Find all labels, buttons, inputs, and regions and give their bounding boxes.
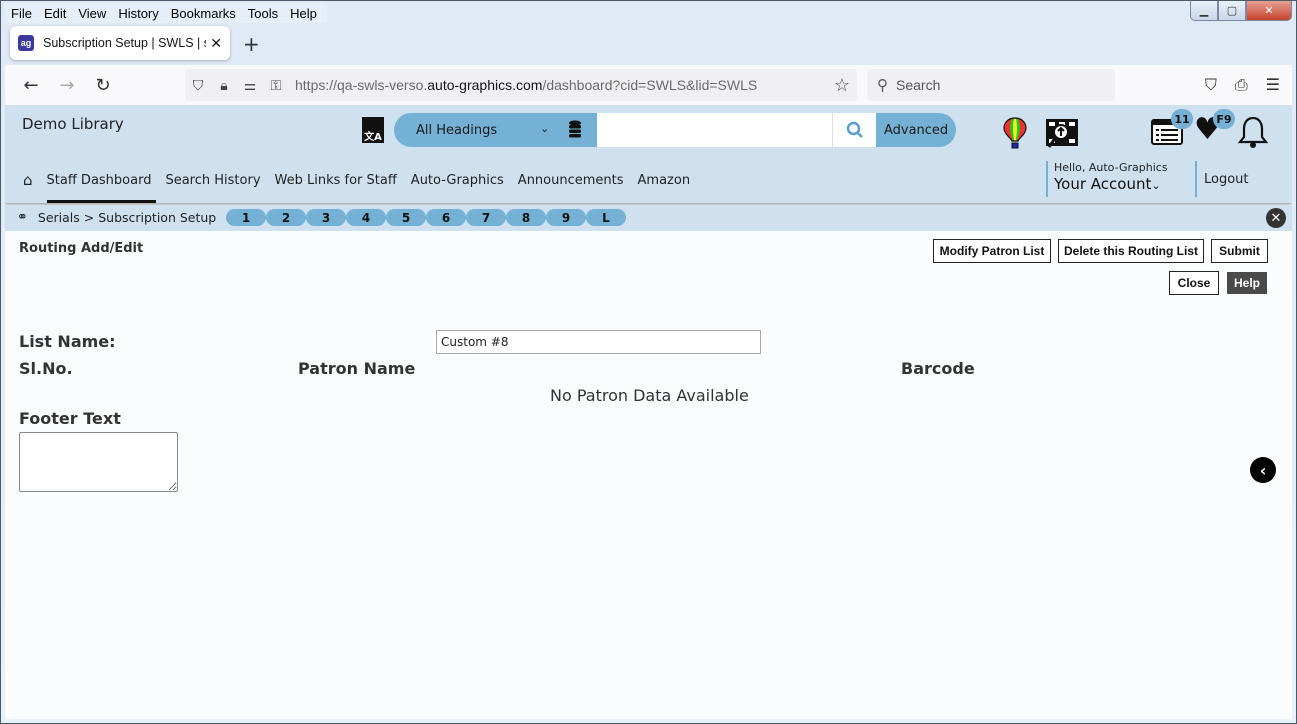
home-icon[interactable]: ⌂ — [23, 171, 33, 189]
page-viewport: Demo Library 文A All Headings ⌄ Advanced … — [5, 105, 1292, 719]
tab-close-icon[interactable]: ✕ — [210, 35, 222, 52]
forward-button[interactable]: → — [49, 75, 85, 96]
minimize-button[interactable]: ▁ — [1190, 1, 1218, 21]
nav-announcements[interactable]: Announcements — [518, 173, 624, 188]
advanced-search-button[interactable]: Advanced — [876, 113, 957, 147]
empty-state-message: No Patron Data Available — [550, 386, 749, 405]
url-bar[interactable]: ⛉ 🔒︎ ⚌ ⚿ https://qa-swls-verso.auto-grap… — [185, 69, 857, 101]
menu-tools[interactable]: Tools — [242, 6, 284, 21]
quick-tab[interactable]: 8 — [506, 209, 546, 226]
your-account-dropdown[interactable]: Your Account⌄ — [1054, 175, 1168, 193]
footer-text-label: Footer Text — [19, 409, 121, 428]
link-icon: ⚭ — [17, 210, 28, 225]
hot-air-balloon-icon[interactable] — [1003, 117, 1027, 149]
breadcrumb-bar: ⚭ Serials > Subscription Setup 1 2 3 4 5… — [5, 205, 1292, 231]
nav-staff-dashboard[interactable]: Staff Dashboard — [47, 173, 152, 188]
back-button[interactable]: ← — [13, 75, 49, 96]
translate-icon[interactable]: 文A — [362, 117, 384, 143]
menu-bar: File Edit View History Bookmarks Tools H… — [5, 3, 327, 23]
site-header: Demo Library 文A All Headings ⌄ Advanced … — [5, 105, 1292, 203]
nav-search-history[interactable]: Search History — [165, 173, 260, 188]
menu-history[interactable]: History — [112, 6, 164, 21]
quick-tab[interactable]: L — [586, 209, 626, 226]
quick-tab[interactable]: 4 — [346, 209, 386, 226]
search-scope-select[interactable]: All Headings ⌄ — [394, 113, 597, 147]
quick-tab[interactable]: 7 — [466, 209, 506, 226]
window-close-button[interactable]: ✕ — [1246, 1, 1292, 21]
search-scope-value: All Headings — [416, 122, 498, 138]
browser-window: File Edit View History Bookmarks Tools H… — [0, 0, 1297, 724]
permissions-icon[interactable]: ⚌ — [237, 77, 263, 94]
chevron-down-icon: ⌄ — [540, 122, 550, 135]
window-controls: ▁ ▢ ✕ — [1190, 1, 1292, 21]
search-group: All Headings ⌄ Advanced — [394, 113, 957, 147]
database-icon[interactable] — [568, 120, 582, 138]
tab-bar: ag Subscription Setup | SWLS | swls ✕ + — [5, 25, 1292, 63]
close-button[interactable]: Close — [1169, 271, 1219, 295]
bell-icon[interactable] — [1237, 115, 1269, 149]
nav-auto-graphics[interactable]: Auto-Graphics — [411, 173, 504, 188]
modify-patron-list-button[interactable]: Modify Patron List — [933, 239, 1051, 263]
shield-icon[interactable]: ⛉ — [185, 77, 211, 94]
quick-tab[interactable]: 6 — [426, 209, 466, 226]
search-button[interactable] — [832, 113, 877, 147]
new-tab-button[interactable]: + — [243, 32, 260, 56]
browser-search-input[interactable]: ⚲ Search — [867, 69, 1115, 101]
help-button[interactable]: Help — [1227, 272, 1267, 294]
delete-routing-list-button[interactable]: Delete this Routing List — [1058, 239, 1204, 263]
breadcrumb: ⚭ Serials > Subscription Setup — [17, 210, 216, 225]
main-nav: ⌂ Staff Dashboard Search History Web Lin… — [23, 171, 704, 189]
quick-tab[interactable]: 3 — [306, 209, 346, 226]
print-icon[interactable]: ⎙ — [1235, 75, 1248, 95]
column-header-barcode: Barcode — [901, 359, 975, 378]
nav-web-links[interactable]: Web Links for Staff — [275, 173, 397, 188]
menu-file[interactable]: File — [5, 6, 38, 21]
active-nav-indicator — [47, 200, 156, 203]
menu-hamburger-icon[interactable]: ☰ — [1266, 75, 1280, 95]
account-menu[interactable]: Hello, Auto-Graphics Your Account⌄ — [1046, 161, 1168, 197]
reload-button[interactable]: ↻ — [85, 75, 121, 96]
menu-view[interactable]: View — [72, 6, 112, 21]
catalog-search-input[interactable] — [596, 113, 833, 147]
close-panel-icon[interactable]: ✕ — [1266, 208, 1286, 228]
menu-edit[interactable]: Edit — [38, 6, 72, 21]
form-title: Routing Add/Edit — [19, 241, 144, 256]
lock-icon[interactable]: 🔒︎ — [211, 77, 237, 94]
column-header-slno: Sl.No. — [19, 359, 73, 378]
list-name-input[interactable] — [436, 330, 761, 354]
menu-help[interactable]: Help — [284, 6, 323, 21]
toolbar-icons: ⛉ ⎙ ☰ — [1205, 75, 1280, 95]
nav-amazon[interactable]: Amazon — [638, 173, 691, 188]
quick-tabs: 1 2 3 4 5 6 7 8 9 L — [226, 209, 626, 226]
greeting: Hello, Auto-Graphics — [1054, 161, 1168, 174]
pocket-icon[interactable]: ⛉ — [1205, 75, 1217, 95]
quick-tab[interactable]: 1 — [226, 209, 266, 226]
url-text[interactable]: https://qa-swls-verso.auto-graphics.com/… — [295, 77, 827, 93]
tab-title: Subscription Setup | SWLS | swls — [43, 36, 206, 50]
search-icon: ⚲ — [877, 77, 888, 94]
scan-search-icon[interactable] — [1045, 117, 1079, 149]
column-header-patron-name: Patron Name — [298, 359, 416, 378]
footer-text-input[interactable] — [19, 432, 178, 492]
key-icon[interactable]: ⚿ — [263, 77, 289, 94]
logout-link[interactable]: Logout — [1195, 161, 1249, 197]
quick-tab[interactable]: 5 — [386, 209, 426, 226]
list-name-label: List Name: — [19, 332, 116, 351]
browser-tab[interactable]: ag Subscription Setup | SWLS | swls ✕ — [10, 26, 230, 60]
bookmark-star-icon[interactable]: ☆ — [827, 75, 857, 96]
favicon-icon: ag — [18, 35, 34, 51]
submit-button[interactable]: Submit — [1211, 239, 1268, 263]
breadcrumb-path[interactable]: Serials > Subscription Setup — [38, 210, 216, 225]
collapse-panel-chevron-left-icon[interactable]: ‹ — [1250, 457, 1276, 483]
menu-bookmarks[interactable]: Bookmarks — [165, 6, 242, 21]
search-icon — [846, 121, 863, 138]
maximize-button[interactable]: ▢ — [1218, 1, 1246, 21]
favorites-badge: F9 — [1213, 109, 1235, 129]
list-count-badge: 11 — [1171, 109, 1193, 129]
library-name: Demo Library — [22, 115, 124, 133]
search-placeholder: Search — [896, 77, 941, 93]
navigation-toolbar: ← → ↻ ⛉ 🔒︎ ⚌ ⚿ https://qa-swls-verso.aut… — [5, 65, 1292, 105]
quick-tab[interactable]: 2 — [266, 209, 306, 226]
quick-tab[interactable]: 9 — [546, 209, 586, 226]
